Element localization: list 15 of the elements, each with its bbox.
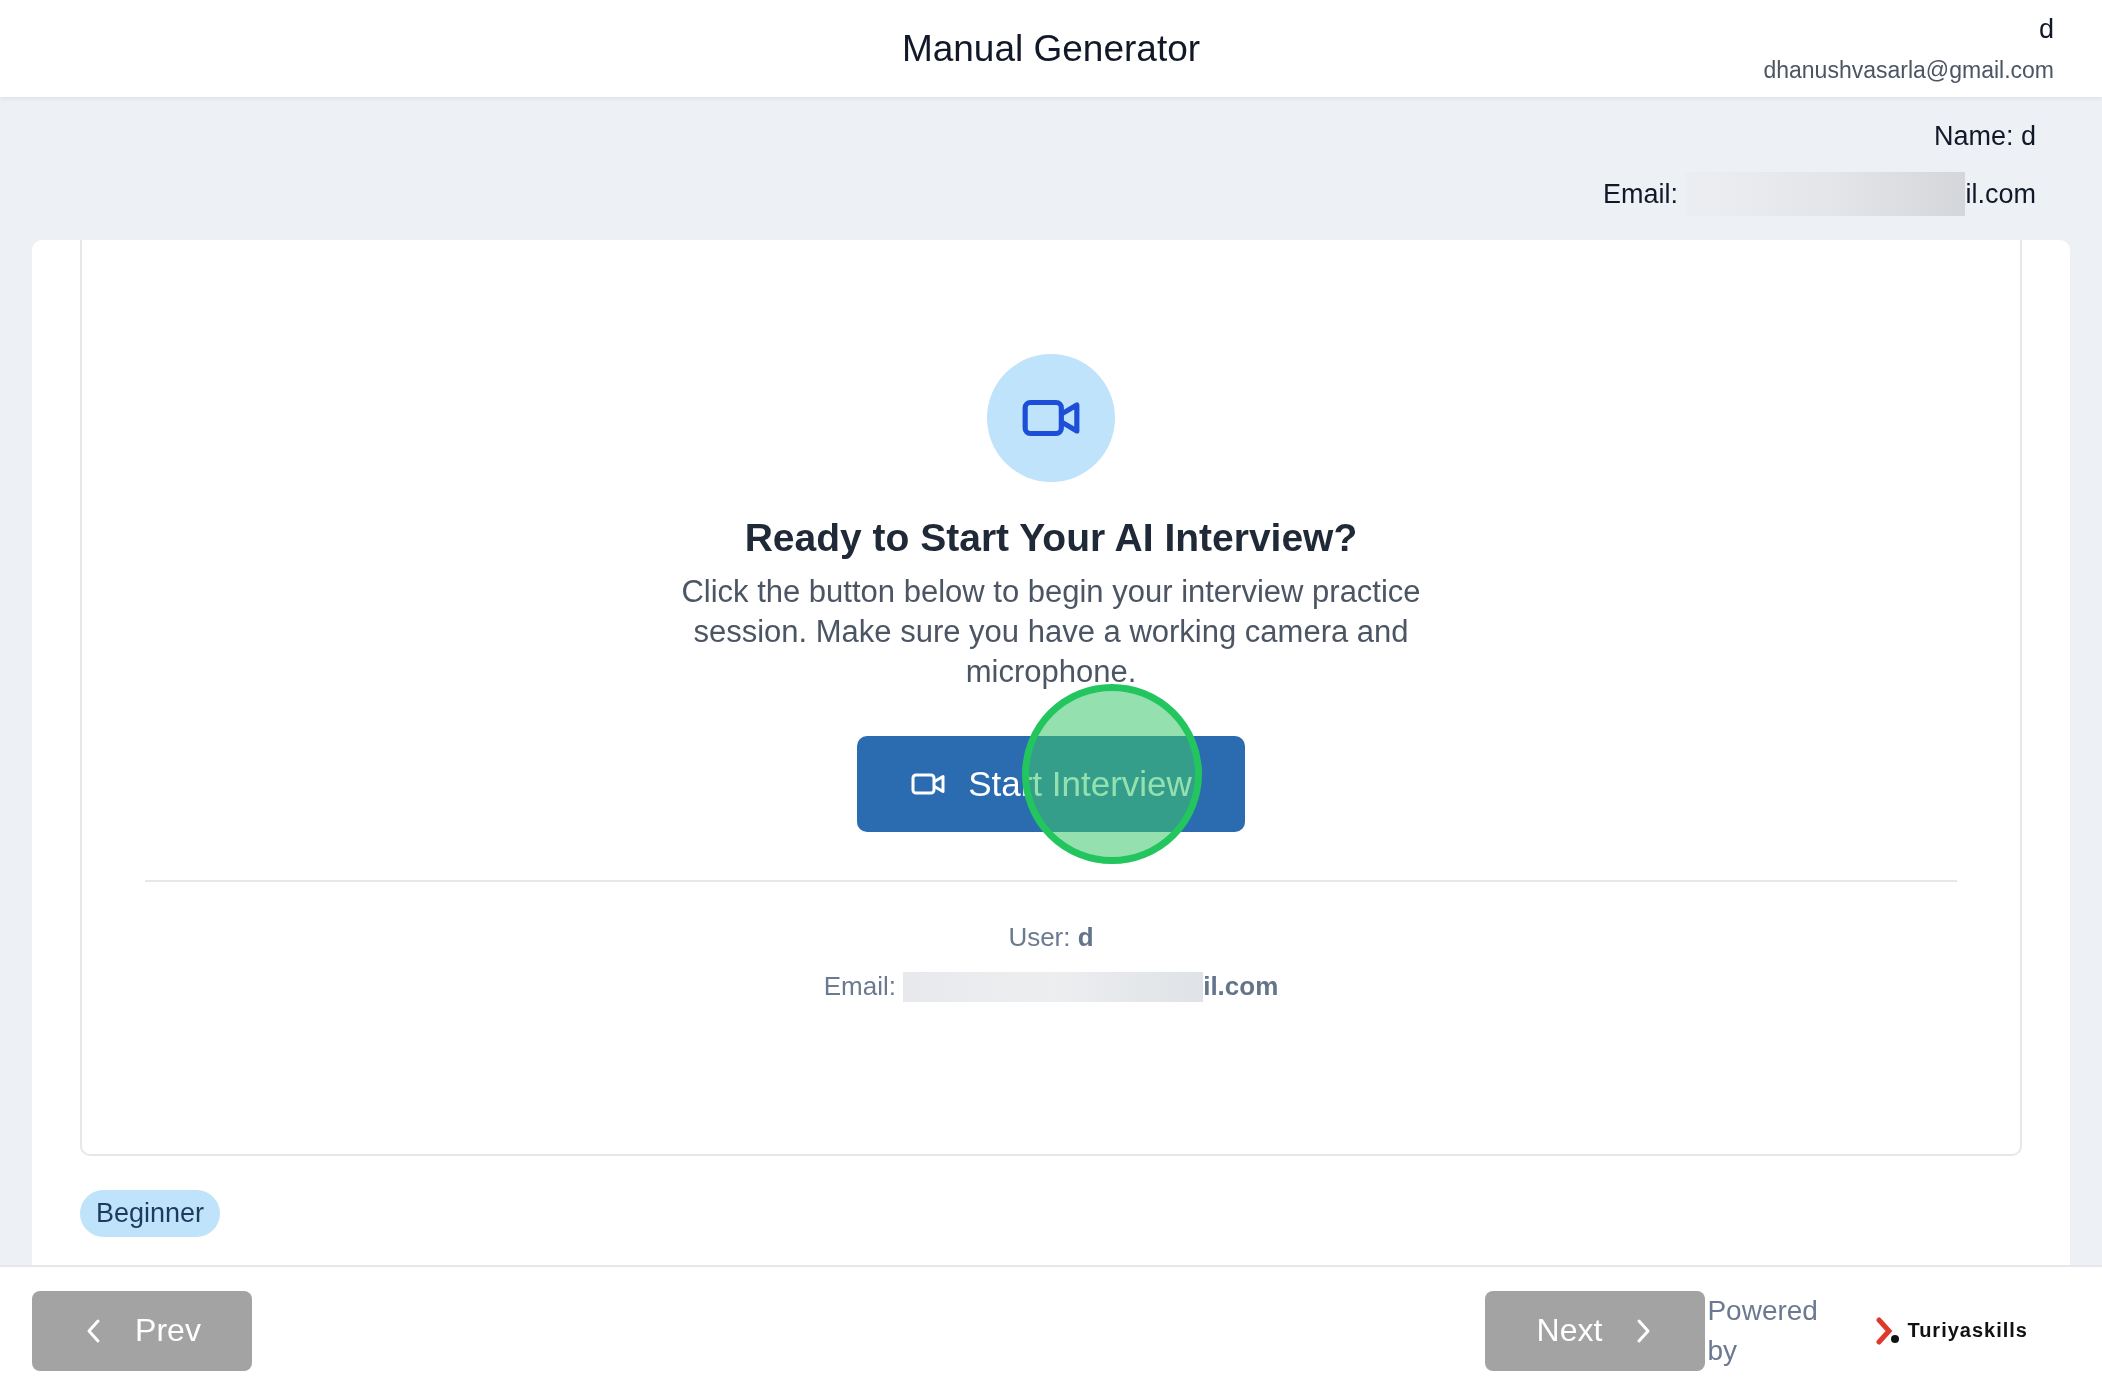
email-text: il.com <box>1203 971 1279 1002</box>
card-heading: Ready to Start Your AI Interview? <box>744 516 1358 560</box>
email-label: Email: <box>1602 178 1679 210</box>
card-description: Click the button below to begin your interview practice session. Make sure you have a working camera and microphone. <box>680 573 1422 691</box>
brand-logo-icon <box>1875 1316 1902 1345</box>
level-badge: Beginner <box>80 1190 221 1237</box>
user-name: d <box>2038 14 2054 45</box>
email-label: Email: <box>823 971 897 1002</box>
email-text: il.com <box>1965 178 2036 210</box>
powered-by-text: Powered by <box>1707 1293 1819 1368</box>
user-line: User: d <box>1008 922 1094 953</box>
brand-name: Turiyaskills <box>1907 1319 2028 1342</box>
profile-name: Name: d <box>1933 121 2036 152</box>
user-email: dhanushvasarla@gmail.com <box>1763 57 2054 84</box>
app-title: Manual Generator <box>901 27 1201 70</box>
